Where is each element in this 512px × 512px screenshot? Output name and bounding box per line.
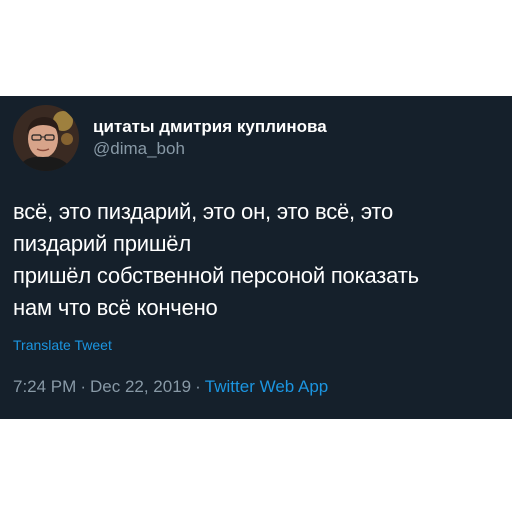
user-handle[interactable]: @dima_boh [93, 138, 327, 160]
tweet-header: цитаты дмитрия куплинова @dima_boh [13, 105, 327, 171]
tweet-date[interactable]: Dec 22, 2019 [90, 377, 191, 396]
tweet-time[interactable]: 7:24 PM [13, 377, 76, 396]
tweet-meta: 7:24 PM · Dec 22, 2019 · Twitter Web App [13, 376, 328, 398]
separator-dot: · [195, 377, 201, 396]
tweet-text-line: нам что всё кончено [13, 295, 218, 320]
author-names: цитаты дмитрия куплинова @dima_boh [93, 116, 327, 160]
display-name[interactable]: цитаты дмитрия куплинова [93, 116, 327, 138]
tweet-source-link[interactable]: Twitter Web App [205, 377, 328, 396]
translate-tweet-link[interactable]: Translate Tweet [13, 336, 112, 354]
tweet-text-line: всё, это пиздарий, это он, это всё, это [13, 199, 394, 224]
tweet-card: цитаты дмитрия куплинова @dima_boh всё, … [0, 96, 512, 419]
avatar-image [13, 105, 79, 171]
tweet-text-line: пришёл собственной персоной показать [13, 263, 419, 288]
tweet-text-line: пиздарий пришёл [13, 231, 191, 256]
separator-dot: · [80, 377, 86, 396]
tweet-text: всё, это пиздарий, это он, это всё, это … [13, 196, 503, 324]
avatar[interactable] [13, 105, 79, 171]
